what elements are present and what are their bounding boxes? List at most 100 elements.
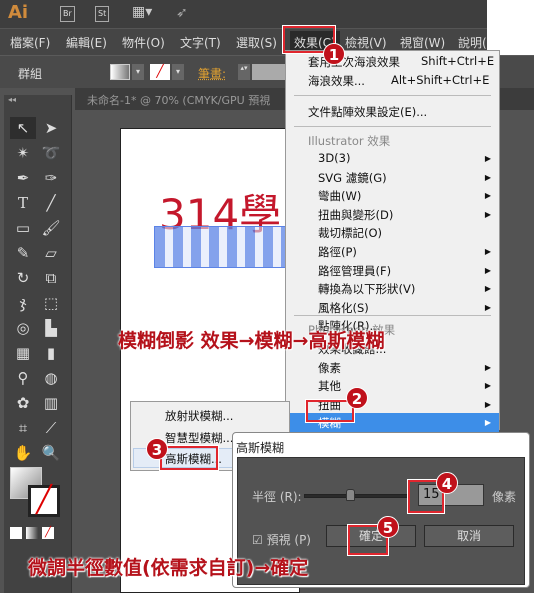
effect-menu-item[interactable]: 3D(3): [318, 151, 350, 165]
none-mode-icon[interactable]: ╱: [42, 527, 54, 539]
step-badge-4: 4: [436, 472, 458, 494]
stroke-swatch[interactable]: ╱: [150, 64, 170, 80]
reflected-text-selection[interactable]: [154, 226, 304, 268]
menu-object[interactable]: 物件(O): [122, 34, 165, 51]
lasso-tool-icon[interactable]: ➰: [38, 142, 64, 164]
radius-slider[interactable]: [304, 489, 408, 501]
preview-checkbox[interactable]: ☑ 預視 (P): [252, 531, 311, 548]
effect-menu-item[interactable]: SVG 濾鏡(G): [318, 170, 387, 186]
scale-tool-icon[interactable]: ⧉: [38, 267, 64, 289]
effect-menu-item[interactable]: 裁切標記(O): [318, 225, 382, 241]
mesh-tool-icon[interactable]: ▦: [10, 342, 36, 364]
stock-button[interactable]: St: [95, 6, 110, 22]
stroke-label[interactable]: 筆畫:: [198, 65, 226, 82]
last-effect[interactable]: 海浪效果...: [308, 73, 365, 89]
gradient-tool-icon[interactable]: ▮: [38, 342, 64, 364]
free-transform-tool-icon[interactable]: ⬚: [38, 292, 64, 314]
magic-wand-tool-icon[interactable]: ✴: [10, 142, 36, 164]
document-raster-settings[interactable]: 文件點陣效果設定(E)...: [308, 104, 427, 120]
eyedropper-tool-icon[interactable]: ⚲: [10, 367, 36, 389]
annotation-bottom: 微調半徑數值(依需求自訂)→確定: [28, 557, 309, 579]
menu-type[interactable]: 文字(T): [180, 34, 221, 51]
step-badge-5: 5: [377, 516, 399, 538]
line-tool-icon[interactable]: ╱: [38, 192, 64, 214]
radius-slider-thumb[interactable]: [346, 489, 355, 501]
graph-tool-icon[interactable]: ▥: [38, 392, 64, 414]
menu-window[interactable]: 視窗(W): [400, 34, 445, 51]
apply-last-effect[interactable]: 套用上次海浪效果: [308, 54, 400, 70]
submenu-arrow-icon: ▶: [484, 418, 491, 428]
symbol-sprayer-tool-icon[interactable]: ✿: [10, 392, 36, 414]
effect-menu-item[interactable]: 轉換為以下形狀(V): [318, 281, 415, 297]
artboard-tool-icon[interactable]: ⌗: [10, 417, 36, 439]
fill-swatch[interactable]: [110, 64, 130, 80]
submenu-arrow-icon: ▶: [484, 209, 491, 219]
effect-menu-item[interactable]: 彎曲(W): [318, 188, 361, 204]
fill-dropdown[interactable]: ▾: [132, 64, 144, 80]
warp-tool-icon[interactable]: ჯ: [10, 292, 36, 314]
zoom-tool-icon[interactable]: 🔍: [38, 442, 64, 464]
stroke-color-swatch[interactable]: ╱: [28, 485, 60, 517]
menu-help[interactable]: 說明(: [458, 34, 487, 51]
stroke-weight-input[interactable]: [252, 64, 286, 80]
stroke-stepper[interactable]: ▴▾: [238, 64, 250, 80]
selection-tool-icon[interactable]: ↖: [10, 117, 36, 139]
background-strip: [487, 0, 534, 55]
tools-panel: ◂◂ ↖ ➤ ✴ ➰ ✒ ✑ T ╱ ▭ 🖌 ✎ ▱ ↻ ⧉ ჯ ⬚ ◎ ▙ ▦…: [4, 95, 72, 593]
perspective-grid-tool-icon[interactable]: ▙: [38, 317, 64, 339]
submenu-arrow-icon: ▶: [484, 302, 491, 312]
step-badge-2: 2: [346, 387, 368, 409]
effect-menu-item[interactable]: 扭曲與變形(D): [318, 207, 393, 223]
submenu-arrow-icon: ▶: [484, 381, 491, 391]
rectangle-tool-icon[interactable]: ▭: [10, 217, 36, 239]
separator: [294, 95, 491, 96]
separator: [294, 126, 491, 127]
menu-select[interactable]: 選取(S): [236, 34, 277, 51]
apply-last-shortcut: Shift+Ctrl+E: [421, 54, 495, 68]
slice-tool-icon[interactable]: ⟋: [38, 417, 64, 439]
pen-tool-icon[interactable]: ✒: [10, 167, 36, 189]
dialog-title: 高斯模糊: [236, 441, 285, 455]
shape-builder-tool-icon[interactable]: ◎: [10, 317, 36, 339]
color-mode-icon[interactable]: [10, 527, 22, 539]
paintbrush-tool-icon[interactable]: 🖌: [38, 217, 64, 239]
effect-menu-item[interactable]: 路徑管理員(F): [318, 263, 391, 279]
blend-tool-icon[interactable]: ◍: [38, 367, 64, 389]
collapse-icon[interactable]: ◂◂: [8, 95, 16, 104]
effect-menu-item[interactable]: 路徑(P): [318, 244, 357, 260]
menu-view[interactable]: 檢視(V): [345, 34, 387, 51]
effect-menu-item[interactable]: 像素: [318, 360, 341, 376]
radius-label: 半徑 (R):: [252, 490, 302, 504]
tool-grid: ↖ ➤ ✴ ➰ ✒ ✑ T ╱ ▭ 🖌 ✎ ▱ ↻ ⧉ ჯ ⬚ ◎ ▙ ▦ ▮ …: [10, 117, 66, 464]
curvature-tool-icon[interactable]: ✑: [38, 167, 64, 189]
direct-selection-tool-icon[interactable]: ➤: [38, 117, 64, 139]
effect-menu-item[interactable]: 風格化(S): [318, 300, 369, 316]
step3-highlight: [160, 446, 218, 470]
radial-blur-item[interactable]: 放射狀模糊...: [165, 408, 233, 424]
submenu-arrow-icon: ▶: [484, 154, 491, 163]
bridge-button[interactable]: Br: [60, 6, 75, 22]
layout-icon[interactable]: ▦▾: [132, 4, 152, 20]
eraser-tool-icon[interactable]: ▱: [38, 242, 64, 264]
menu-edit[interactable]: 編輯(E): [66, 34, 107, 51]
effect-menu: 套用上次海浪效果 Shift+Ctrl+E 海浪效果... Alt+Shift+…: [285, 50, 500, 449]
annotation-top: 模糊倒影 效果→模糊→高斯模糊: [118, 330, 385, 352]
ai-logo: Ai: [8, 2, 29, 23]
step-badge-3: 3: [146, 438, 168, 460]
submenu-arrow-icon: ▶: [484, 265, 491, 275]
type-tool-icon[interactable]: T: [10, 192, 36, 214]
gradient-mode-icon[interactable]: [26, 527, 38, 539]
effect-menu-item[interactable]: 其他: [318, 378, 341, 394]
menu-file[interactable]: 檔案(F): [10, 34, 50, 51]
stroke-dropdown[interactable]: ▾: [172, 64, 184, 80]
illustrator-effects-header: Illustrator 效果: [308, 134, 391, 148]
rotate-tool-icon[interactable]: ↻: [10, 267, 36, 289]
cancel-button[interactable]: 取消: [424, 525, 514, 547]
submenu-arrow-icon: ▶: [484, 362, 491, 372]
rocket-icon[interactable]: ➶: [176, 5, 188, 21]
separator: [294, 315, 491, 316]
smart-blur-item[interactable]: 智慧型模糊...: [165, 430, 233, 446]
hand-tool-icon[interactable]: ✋: [10, 442, 36, 464]
pencil-tool-icon[interactable]: ✎: [10, 242, 36, 264]
submenu-arrow-icon: ▶: [484, 172, 491, 182]
